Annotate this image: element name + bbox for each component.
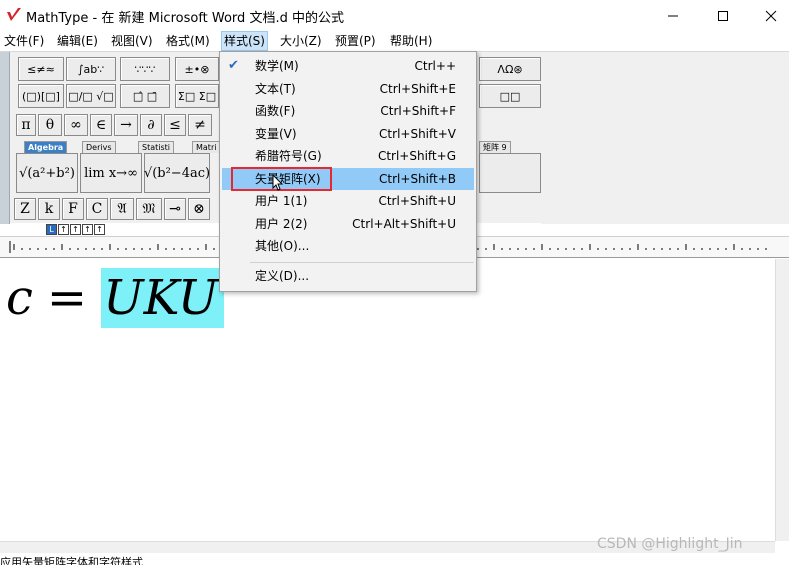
menu-item-user2[interactable]: 用户 2(2) Ctrl+Alt+Shift+U: [222, 213, 474, 235]
menu-item-user1[interactable]: 用户 1(1) Ctrl+Shift+U: [222, 190, 474, 212]
window-title: MathType - 在 新建 Microsoft Word 文档.d 中的公式: [26, 11, 344, 26]
matrix-palette-button[interactable]: □□: [479, 84, 541, 108]
toolbar-handle: [0, 52, 10, 224]
menu-item-other[interactable]: 其他(O)...: [222, 235, 474, 257]
operators-palette-button[interactable]: ±•⊗: [175, 57, 219, 81]
menu-file[interactable]: 文件(F): [2, 31, 46, 51]
fences-palette-button[interactable]: (□)[□]: [18, 84, 64, 108]
menu-item-math[interactable]: ✔ 数学(M) Ctrl++: [222, 55, 474, 77]
title-bar: MathType - 在 新建 Microsoft Word 文档.d 中的公式: [0, 0, 789, 31]
sums-palette-button[interactable]: Σ□ Σ□: [175, 84, 219, 108]
right-tab-stop[interactable]: ↑: [70, 224, 81, 235]
equation[interactable]: c = UKU: [6, 268, 225, 328]
script-k-button[interactable]: k: [38, 198, 60, 220]
less-equal-button[interactable]: ≤: [164, 114, 186, 136]
script-f-button[interactable]: F: [62, 198, 84, 220]
checkmark-icon: ✔: [228, 58, 239, 73]
menu-format[interactable]: 格式(M): [164, 31, 212, 51]
menu-style[interactable]: 样式(S): [221, 31, 268, 51]
mouse-pointer-icon: [272, 174, 284, 191]
fraktur-a-button[interactable]: 𝔄: [110, 198, 134, 220]
circle-times-button[interactable]: ⊗: [188, 198, 210, 220]
infinity-button[interactable]: ∞: [64, 114, 88, 136]
minimize-icon: [668, 15, 678, 16]
discriminant-template-button[interactable]: √(b²−4ac): [144, 153, 210, 193]
minimize-button[interactable]: [650, 0, 696, 31]
menu-item-define[interactable]: 定义(D)...: [222, 265, 474, 287]
tab-statistics[interactable]: Statisti: [138, 141, 175, 153]
toolbar-right-panel: ΛΩ⊛ □□ 矩阵 9: [479, 54, 789, 224]
menu-view[interactable]: 视图(V): [109, 31, 155, 51]
element-of-button[interactable]: ∈: [90, 114, 112, 136]
theta-button[interactable]: θ: [38, 114, 62, 136]
arrow-button[interactable]: →: [114, 114, 138, 136]
tab-algebra[interactable]: Algebra: [24, 141, 68, 153]
decimal-tab-stop[interactable]: ↑: [94, 224, 105, 235]
close-button[interactable]: [748, 0, 789, 31]
left-tab-stop[interactable]: L: [46, 224, 57, 235]
menu-separator: [250, 262, 474, 263]
vertical-scrollbar[interactable]: [775, 259, 789, 541]
selected-text[interactable]: UKU: [101, 268, 225, 328]
matrix-template-button[interactable]: [479, 153, 541, 193]
not-equal-button[interactable]: ≠: [188, 114, 212, 136]
partial-button[interactable]: ∂: [140, 114, 162, 136]
relation-tab-stop[interactable]: ↑: [82, 224, 93, 235]
menu-preferences[interactable]: 预置(P): [333, 31, 378, 51]
fraktur-m-button[interactable]: 𝔐: [136, 198, 162, 220]
greek-palette-button[interactable]: ΛΩ⊛: [479, 57, 541, 81]
fractions-palette-button[interactable]: □/□ √□: [66, 84, 116, 108]
close-icon: [765, 10, 777, 21]
status-bar: 应用矢量矩阵字体和字符样式: [0, 556, 143, 565]
overbars-palette-button[interactable]: □̂ □̄: [120, 84, 170, 108]
spaces-palette-button[interactable]: ∫ab∵: [66, 57, 116, 81]
pi-button[interactable]: π: [16, 114, 36, 136]
tab-derivs[interactable]: Derivs: [82, 141, 116, 153]
menu-item-greek[interactable]: 希腊符号(G) Ctrl+Shift+G: [222, 145, 474, 167]
maximize-icon: [718, 10, 728, 21]
menu-bar: 文件(F) 编辑(E) 视图(V) 格式(M) 样式(S) 大小(Z) 预置(P…: [0, 31, 789, 51]
maximize-button[interactable]: [700, 0, 746, 31]
tab-matrices[interactable]: Matri: [192, 141, 221, 153]
menu-item-variable[interactable]: 变量(V) Ctrl+Shift+V: [222, 123, 474, 145]
menu-item-function[interactable]: 函数(F) Ctrl+Shift+F: [222, 100, 474, 122]
embellishments-palette-button[interactable]: ∵∵∵: [120, 57, 170, 81]
relations-palette-button[interactable]: ≤≠≈: [18, 57, 64, 81]
limit-template-button[interactable]: lim x→∞: [80, 153, 142, 193]
multimap-button[interactable]: ⊸: [164, 198, 186, 220]
script-z-button[interactable]: Z: [14, 198, 36, 220]
center-tab-stop[interactable]: ↑: [58, 224, 69, 235]
script-c-button[interactable]: C: [86, 198, 108, 220]
formula-equals[interactable]: =: [47, 268, 87, 328]
menu-help[interactable]: 帮助(H): [388, 31, 434, 51]
tab-matrix-9[interactable]: 矩阵 9: [479, 141, 511, 153]
formula-lhs[interactable]: c: [6, 268, 33, 328]
menu-edit[interactable]: 编辑(E): [55, 31, 100, 51]
menu-item-text[interactable]: 文本(T) Ctrl+Shift+E: [222, 78, 474, 100]
menu-size[interactable]: 大小(Z): [278, 31, 324, 51]
watermark: CSDN @Highlight_Jin: [597, 536, 743, 552]
sqrt-sum-template-button[interactable]: √(a²+b²): [16, 153, 78, 193]
mathtype-logo-icon: [7, 8, 21, 21]
